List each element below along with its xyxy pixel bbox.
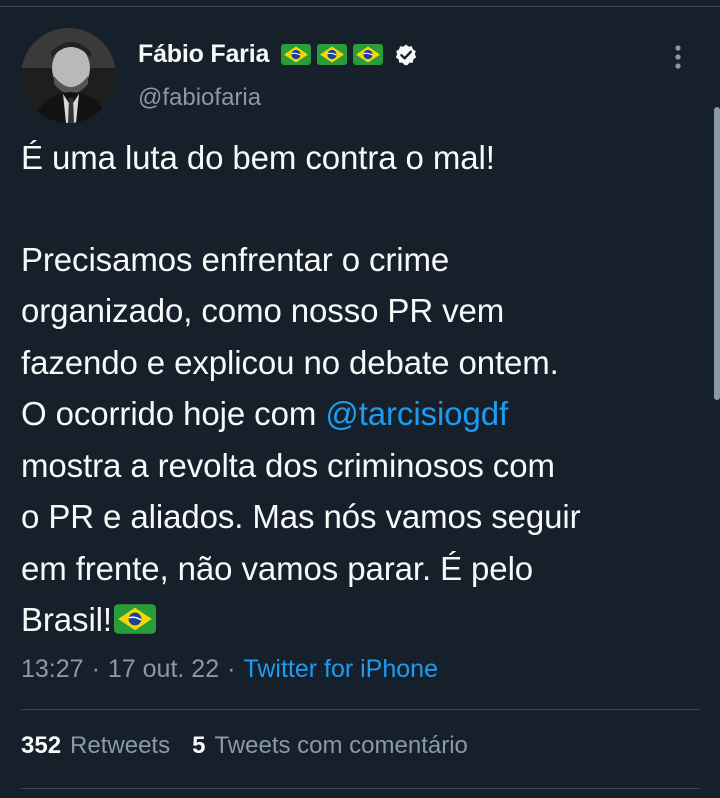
user-handle[interactable]: @fabiofaria <box>138 84 261 112</box>
divider <box>21 709 700 710</box>
mention-link[interactable]: @tarcisiogdf <box>325 395 508 432</box>
tweet-line: o PR e aliados. Mas nós vamos seguir <box>21 498 581 535</box>
tweet-meta: 13:27 · 17 out. 22 · Twitter for iPhone <box>21 655 438 684</box>
avatar[interactable] <box>21 28 116 123</box>
tweet-line: Brasil! <box>21 594 701 646</box>
tweet-line: É uma luta do bem contra o mal! <box>21 139 495 176</box>
display-name[interactable]: Fábio Faria <box>138 40 269 69</box>
tweet-stats: 352 Retweets 5 Tweets com comentário <box>21 732 468 760</box>
tweet-text: É uma luta do bem contra o mal! Precisam… <box>21 132 701 646</box>
brazil-flag-icon <box>281 44 312 65</box>
retweets-stat[interactable]: 352 Retweets <box>21 732 170 760</box>
retweets-label: Retweets <box>70 732 171 759</box>
brazil-flag-icon <box>353 44 384 65</box>
top-divider <box>0 6 720 7</box>
tweet-time[interactable]: 13:27 <box>21 655 84 684</box>
brazil-flag-icon <box>114 604 156 634</box>
quote-tweets-stat[interactable]: 5 Tweets com comentário <box>192 732 468 760</box>
divider <box>21 788 700 789</box>
tweet-line: Precisamos enfrentar o crime <box>21 240 450 278</box>
scrollbar[interactable] <box>714 107 720 400</box>
tweet-line: O ocorrido hoje com @tarcisiogdf <box>21 388 701 440</box>
name-row: Fábio Faria <box>138 40 418 69</box>
more-options-icon[interactable] <box>666 42 690 72</box>
tweet-header: Fábio Faria @fabiofaria <box>21 28 700 123</box>
flags <box>281 44 384 65</box>
meta-separator: · <box>227 655 236 683</box>
tweet-date[interactable]: 17 out. 22 <box>108 655 219 684</box>
meta-separator: · <box>91 655 100 683</box>
tweet-line: fazendo e explicou no debate ontem. <box>21 343 559 381</box>
quote-tweets-count: 5 <box>192 732 206 759</box>
tweet-text-segment: O ocorrido hoje com <box>21 395 326 432</box>
tweet-line: mostra a revolta dos criminosos com <box>21 446 555 484</box>
tweet-line: em frente, não vamos parar. É pelo <box>21 549 534 587</box>
quote-tweets-label: Tweets com comentário <box>214 732 468 759</box>
tweet-source-link[interactable]: Twitter for iPhone <box>243 655 438 684</box>
tweet-line: organizado, como nosso PR vem <box>21 292 505 329</box>
retweets-count: 352 <box>21 732 62 759</box>
verified-badge-icon <box>394 43 418 67</box>
tweet-text-segment: Brasil! <box>21 601 112 638</box>
brazil-flag-icon <box>317 44 348 65</box>
